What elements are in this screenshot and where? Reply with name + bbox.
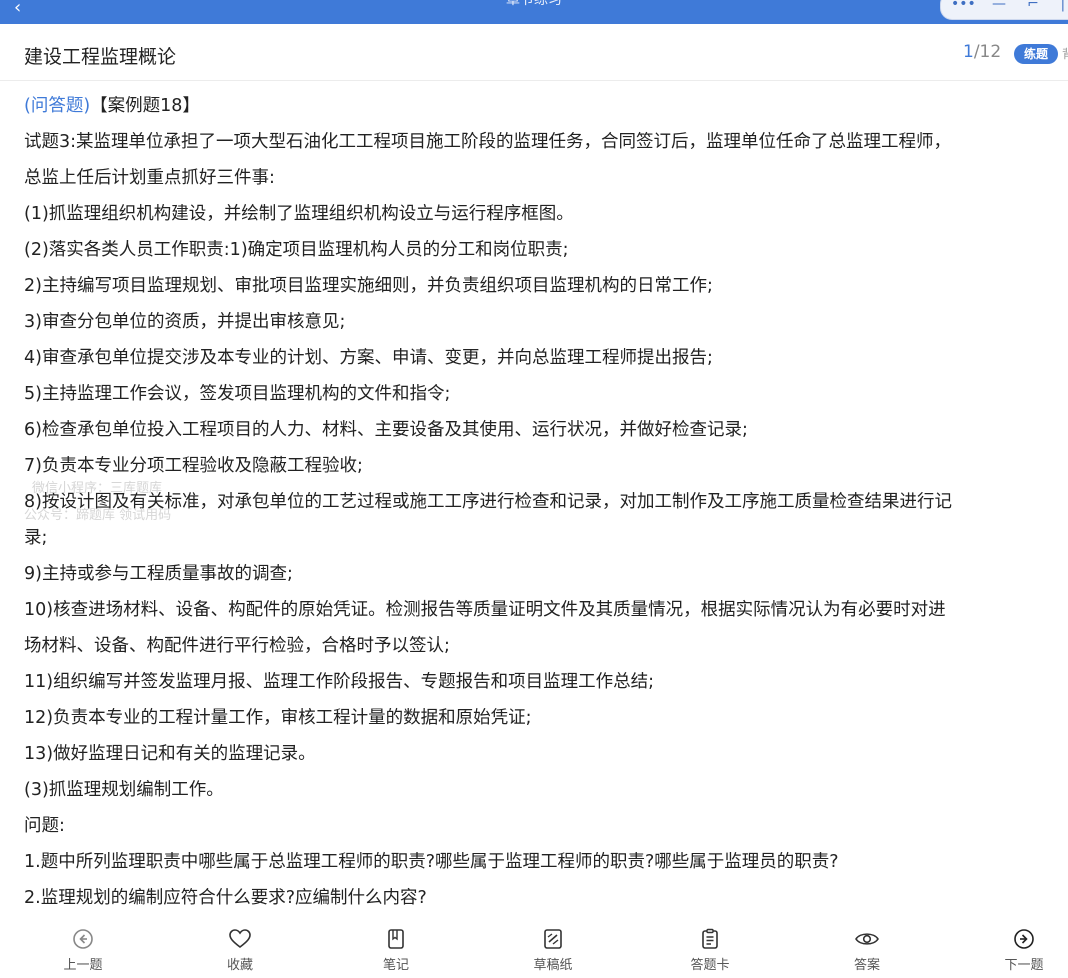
- question-progress: 1/12: [963, 42, 1001, 62]
- question-line: 13)做好监理日记和有关的监理记录。: [24, 744, 316, 764]
- question-line: 录;: [24, 528, 48, 548]
- question-line: 2.监理规划的编制应符合什么要求?应编制什么内容?: [24, 888, 427, 908]
- nav-label: 草稿纸: [533, 958, 573, 973]
- question-line: 8)按设计图及有关标准，对承包单位的工艺过程或施工工序进行检查和记录，对加工制作…: [24, 492, 952, 512]
- page-title: 建设工程监理概论: [24, 46, 177, 68]
- nav-label: 上一题: [63, 958, 103, 973]
- arrow-left-circle-icon: [73, 929, 93, 949]
- question-line: 5)主持监理工作会议，签发项目监理机构的文件和指令;: [24, 384, 451, 404]
- question-line: 7)负责本专业分项工程验收及隐蔽工程验收;: [24, 456, 363, 476]
- restore-icon[interactable]: ⌐: [1021, 0, 1045, 11]
- question-line: 3)审查分包单位的资质，并提出审核意见;: [24, 312, 346, 332]
- progress-current: 1: [963, 42, 974, 62]
- question-line: 场材料、设备、构配件进行平行检验，合格时予以签认;: [24, 636, 450, 656]
- eye-icon: [855, 933, 879, 945]
- mode-badge-practice[interactable]: 练题: [1014, 44, 1058, 64]
- question-line: 总监上任后计划重点抓好三件事:: [24, 168, 275, 188]
- question-line: 12)负责本专业的工程计量工作，审核工程计量的数据和原始凭证;: [24, 708, 532, 728]
- answer-card-button[interactable]: 答题卡: [665, 928, 755, 978]
- arrow-right-circle-icon: [1014, 929, 1034, 949]
- mode-badge-recite[interactable]: 背: [1062, 44, 1068, 64]
- next-question-button[interactable]: 下一题: [979, 928, 1068, 978]
- favorite-button[interactable]: 收藏: [195, 928, 285, 978]
- show-answer-button[interactable]: 答案: [822, 928, 912, 978]
- question-line: 9)主持或参与工程质量事故的调查;: [24, 564, 293, 584]
- question-line: (1)抓监理组织机构建设，并绘制了监理组织机构设立与运行程序框图。: [24, 204, 574, 224]
- nav-label: 收藏: [226, 958, 253, 973]
- prev-question-button[interactable]: 上一题: [38, 928, 128, 978]
- header: 建设工程监理概论 1/12 练题 背: [0, 24, 1068, 81]
- notebook-icon: [388, 929, 404, 949]
- question-line: 1.题中所列监理职责中哪些属于总监理工程师的职责?哪些属于监理工程师的职责?哪些…: [24, 852, 839, 872]
- case-label: 【案例题18】: [90, 96, 200, 116]
- progress-total: /12: [973, 42, 1002, 62]
- scratch-pad-icon: [544, 929, 562, 949]
- window-controls: ••• — ⌐ │: [940, 0, 1068, 20]
- scratch-paper-button[interactable]: 草稿纸: [508, 928, 598, 978]
- more-dots-icon[interactable]: •••: [951, 0, 976, 11]
- question-line: 6)检查承包单位投入工程项目的人力、材料、主要设备及其使用、运行状况，并做好检查…: [24, 420, 748, 440]
- bottom-nav: 上一题 收藏 笔记 草稿纸 答题卡 答案 下一题: [0, 918, 1068, 977]
- question-heading: (问答题)【案例题18】: [24, 88, 1068, 124]
- notes-button[interactable]: 笔记: [351, 928, 441, 978]
- minimize-icon[interactable]: —: [987, 0, 1011, 11]
- close-icon[interactable]: │: [1051, 0, 1068, 11]
- heart-icon: [229, 929, 251, 949]
- question-line: 10)核查进场材料、设备、构配件的原始凭证。检测报告等质量证明文件及其质量情况，…: [24, 600, 946, 620]
- question-line: 4)审查承包单位提交涉及本专业的计划、方案、申请、变更，并向总监理工程师提出报告…: [24, 348, 713, 368]
- nav-label: 下一题: [1004, 958, 1044, 973]
- question-line: 问题:: [24, 816, 65, 836]
- nav-label: 答案: [853, 958, 880, 973]
- question-content: (问答题)【案例题18】 试题3:某监理单位承担了一项大型石油化工工程项目施工阶…: [24, 88, 1068, 918]
- question-line: 11)组织编写并签发监理月报、监理工作阶段报告、专题报告和项目监理工作总结;: [24, 672, 654, 692]
- question-line: 2)主持编写项目监理规划、审批项目监理实施细则，并负责组织项目监理机构的日常工作…: [24, 276, 713, 296]
- nav-label: 笔记: [382, 958, 409, 973]
- top-title: 章节练习: [506, 0, 562, 8]
- clipboard-icon: [702, 928, 718, 949]
- nav-label: 答题卡: [690, 958, 730, 973]
- question-line: 试题3:某监理单位承担了一项大型石油化工工程项目施工阶段的监理任务，合同签订后，…: [24, 132, 952, 152]
- top-bar: ‹ 章节练习 ••• — ⌐ │: [0, 0, 1068, 24]
- question-type: (问答题): [24, 96, 91, 116]
- question-line: (3)抓监理规划编制工作。: [24, 780, 224, 800]
- question-line: (2)落实各类人员工作职责:1)确定项目监理机构人员的分工和岗位职责;: [24, 240, 569, 260]
